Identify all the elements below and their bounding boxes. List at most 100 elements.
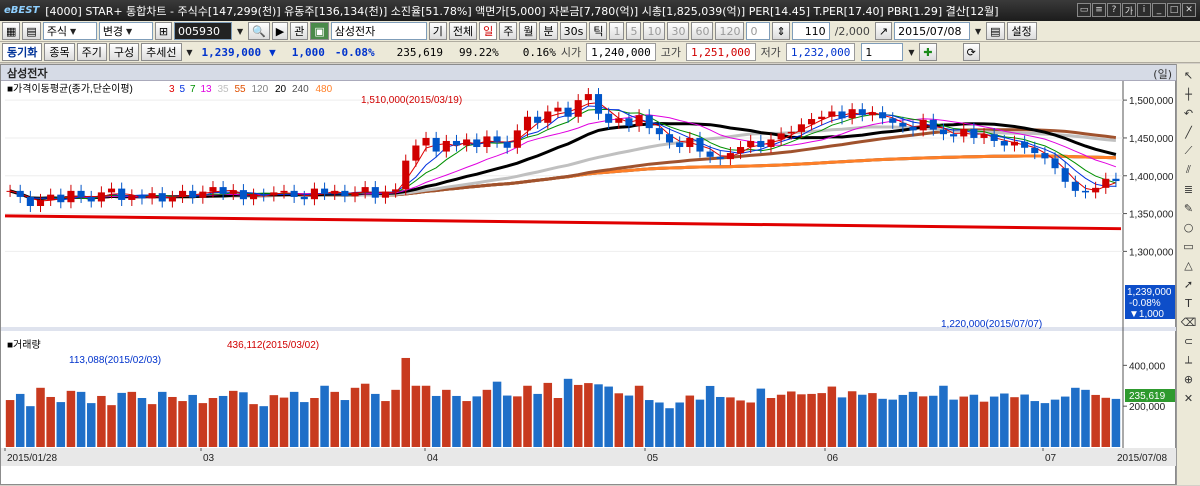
- stock-code-input[interactable]: 005930: [174, 22, 233, 40]
- search-code-icon[interactable]: ⊞: [154, 22, 173, 40]
- candle-body: [899, 122, 907, 127]
- delete-icon[interactable]: ✕: [1181, 390, 1197, 406]
- channel-icon[interactable]: ⫽: [1181, 162, 1197, 178]
- arrow-icon[interactable]: ➚: [1181, 276, 1197, 292]
- overlay-dropdown-icon[interactable]: ▼: [905, 43, 917, 61]
- mode-select[interactable]: 변경 ▼: [98, 22, 153, 40]
- pin-icon[interactable]: ≡: [1092, 3, 1106, 17]
- low-annotation: 1,220,000(2015/07/07): [941, 319, 1042, 330]
- candle-body: [747, 140, 755, 148]
- rectangle-icon[interactable]: ▭: [1181, 238, 1197, 254]
- period-30s-button[interactable]: 30s: [559, 22, 588, 40]
- triangle-icon[interactable]: △: [1181, 257, 1197, 273]
- open-value: 1,240,000: [586, 43, 656, 61]
- candle-body: [280, 190, 288, 193]
- period-button[interactable]: 주기: [76, 43, 107, 61]
- search-icon[interactable]: 🔍: [248, 22, 270, 40]
- chart-type-icon[interactable]: ▦: [2, 22, 21, 40]
- close-icon[interactable]: ✕: [1182, 3, 1196, 17]
- menu-icon[interactable]: ▭: [1077, 3, 1091, 17]
- toolbar-secondary: 동기화 종목 주기 구성 추세선 ▼ 1,239,000 ▼ 1,000 -0.…: [0, 42, 1200, 63]
- zero-field[interactable]: 0: [746, 22, 771, 40]
- calendar-icon[interactable]: ▤: [986, 22, 1005, 40]
- layout-icon[interactable]: ▤: [22, 22, 41, 40]
- all-button[interactable]: 전체: [448, 22, 478, 40]
- x-tick-label: 07: [1045, 453, 1057, 464]
- volume-bar: [969, 394, 979, 447]
- pen-icon[interactable]: ✎: [1181, 200, 1197, 216]
- cursor-icon[interactable]: ↖: [1181, 67, 1197, 83]
- interval-120-button[interactable]: 120: [715, 22, 745, 40]
- period-day-button[interactable]: 일: [479, 22, 498, 40]
- candle-body: [584, 94, 592, 101]
- group-icon[interactable]: ▣: [310, 22, 329, 40]
- text-icon[interactable]: T: [1181, 295, 1197, 311]
- chevron-down-icon: ▼: [69, 26, 77, 36]
- eraser-icon[interactable]: ⌫: [1181, 314, 1197, 330]
- interval-5-button[interactable]: 5: [626, 22, 642, 40]
- window-controls: ▭ ≡ ? 가 i _ □ ✕: [1077, 3, 1196, 17]
- scroll-icon[interactable]: ⇕: [772, 22, 790, 40]
- period-minute-button[interactable]: 분: [539, 22, 558, 40]
- candle-body: [321, 188, 329, 194]
- candle-body: [1081, 190, 1090, 193]
- high-value: 1,251,000: [685, 43, 756, 61]
- compose-button[interactable]: 구성: [108, 43, 140, 61]
- zoom-icon[interactable]: ⊕: [1181, 371, 1197, 387]
- undo-icon[interactable]: ↶: [1181, 105, 1197, 121]
- trendline-button[interactable]: 추세선: [141, 43, 182, 61]
- gwan-button[interactable]: 관: [290, 22, 309, 40]
- trendline-dropdown-icon[interactable]: ▼: [184, 43, 196, 61]
- volume-bar: [797, 394, 806, 447]
- magnet-icon[interactable]: ⊂: [1181, 333, 1197, 349]
- candle-body: [645, 115, 653, 129]
- volume-bar: [371, 393, 380, 447]
- maximize-icon[interactable]: □: [1167, 3, 1181, 17]
- settings-button[interactable]: 설정: [1006, 22, 1037, 40]
- ga-icon[interactable]: 가: [1122, 3, 1136, 17]
- code-dropdown-icon[interactable]: ▼: [234, 22, 246, 40]
- volume-bar: [644, 400, 654, 447]
- interval-1-button[interactable]: 1: [609, 22, 625, 40]
- interval-10-button[interactable]: 10: [643, 22, 666, 40]
- fibonacci-icon[interactable]: ≣: [1181, 181, 1197, 197]
- line-icon[interactable]: ╱: [1181, 124, 1197, 140]
- play-icon[interactable]: ▶: [271, 22, 289, 40]
- trendline-red: [4, 214, 1122, 231]
- candle-body: [432, 137, 440, 152]
- gi-button[interactable]: 기: [428, 22, 447, 40]
- circle-icon[interactable]: ○: [1181, 219, 1197, 235]
- interval-30-button[interactable]: 30: [667, 22, 690, 40]
- add-overlay-icon[interactable]: ✚: [919, 43, 937, 61]
- ruler-icon[interactable]: ⟂: [1181, 352, 1197, 368]
- candle-body: [960, 128, 968, 137]
- period-month-button[interactable]: 월: [519, 22, 538, 40]
- market-select[interactable]: 주식 ▼: [42, 22, 97, 40]
- price-change: 1,000: [291, 45, 325, 59]
- minimize-icon[interactable]: _: [1152, 3, 1166, 17]
- info-icon[interactable]: i: [1137, 3, 1151, 17]
- interval-60-button[interactable]: 60: [691, 22, 714, 40]
- candle-body: [503, 141, 511, 148]
- price-volume-chart[interactable]: 1,500,000 1,450,000 1,400,000 1,350,000 1,30…: [1, 65, 1177, 486]
- volume-bar: [858, 394, 867, 447]
- candle-body: [463, 139, 471, 146]
- period-tick-button[interactable]: 틱: [589, 22, 608, 40]
- date-input[interactable]: 2015/07/08: [894, 22, 971, 40]
- volume-bar: [878, 398, 887, 447]
- date-toggle-icon[interactable]: ↗: [874, 22, 893, 40]
- volume-bar: [188, 394, 197, 447]
- period-week-button[interactable]: 주: [499, 22, 518, 40]
- item-button[interactable]: 종목: [44, 43, 75, 61]
- crosshair-icon[interactable]: ┼: [1181, 86, 1197, 102]
- overlay-count-select[interactable]: 1: [861, 43, 904, 61]
- help-icon[interactable]: ?: [1107, 3, 1121, 17]
- count-input[interactable]: 110: [791, 22, 830, 40]
- sync-label[interactable]: 동기화: [2, 43, 43, 61]
- refresh-icon[interactable]: ⟳: [962, 43, 980, 61]
- candle-body: [452, 140, 461, 146]
- ma-line-55: [9, 128, 1117, 200]
- y-tick-label: 1,400,000: [1129, 172, 1174, 183]
- date-dropdown-icon[interactable]: ▼: [972, 22, 984, 40]
- trendline-icon[interactable]: ⟋: [1181, 143, 1197, 159]
